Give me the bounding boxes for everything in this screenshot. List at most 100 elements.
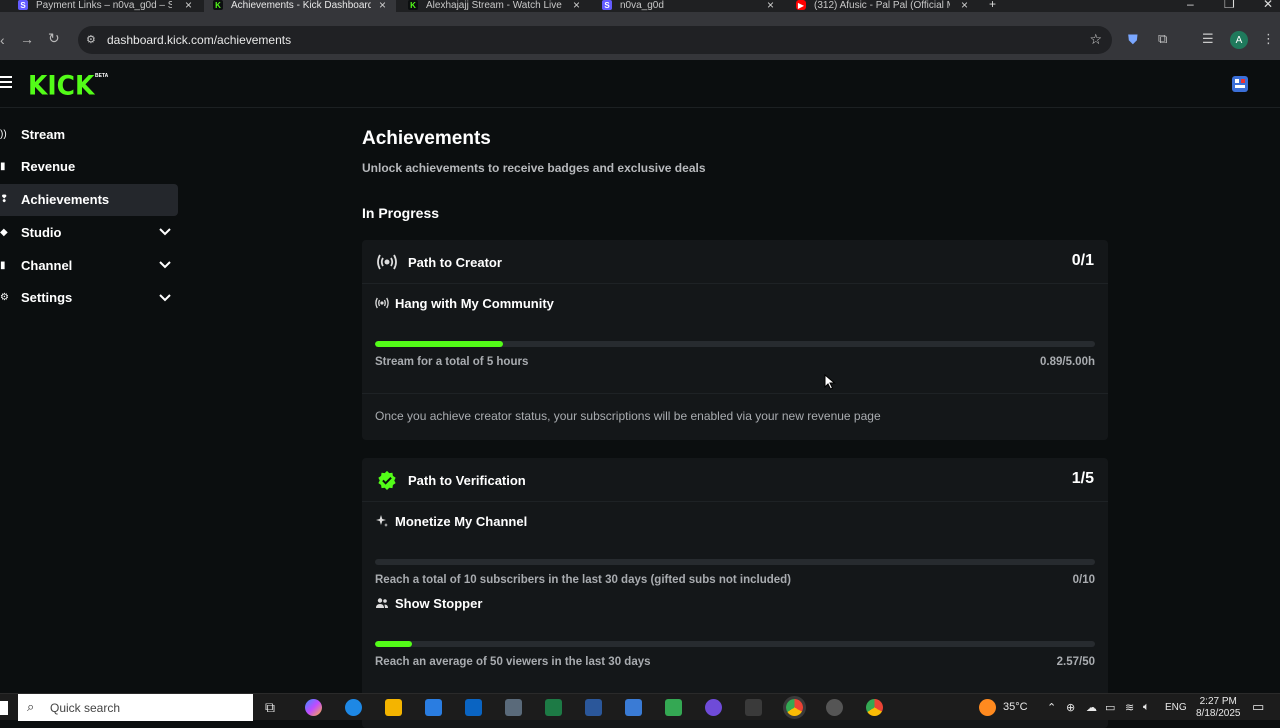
achievement-title: Show Stopper: [395, 596, 483, 611]
sidebar: )) Stream ▮ Revenue ❢ Achievements ◆ Stu…: [0, 118, 178, 315]
forward-icon[interactable]: →: [20, 31, 34, 47]
sparkle-icon: [376, 515, 388, 527]
copilot-icon[interactable]: [305, 699, 322, 716]
notifications-icon[interactable]: ▭: [1252, 699, 1264, 715]
windows-taskbar: ⌕ Quick search ⧉ 35°C ⌃ ⊕ ☁ ▭ ≋ 🔈︎ ENG 2…: [0, 693, 1280, 721]
chrome-profile-icon[interactable]: [866, 699, 883, 716]
sidebar-item-settings[interactable]: ⚙ Settings: [0, 282, 178, 314]
browser-tab[interactable]: K Alexhajajj Stream - Watch Live o ×: [408, 0, 586, 12]
tab-title: Payment Links – n0va_g0d – Str: [36, 0, 172, 11]
close-tab-icon[interactable]: ×: [185, 0, 192, 12]
card-note: Once you achieve creator status, your su…: [375, 409, 881, 423]
progress-bar: [375, 641, 1095, 647]
browser-menu-icon[interactable]: ⋮: [1262, 31, 1275, 47]
file-explorer-icon[interactable]: [385, 699, 402, 716]
card-count: 1/5: [1071, 470, 1094, 487]
card-count: 0/1: [1071, 252, 1094, 269]
chrome-icon[interactable]: [786, 699, 803, 716]
viewers-icon: [376, 598, 388, 608]
edge-browser-icon[interactable]: [345, 699, 362, 716]
broadcast-icon: [375, 297, 389, 309]
revenue-icon: ▮: [0, 161, 6, 173]
close-window-icon[interactable]: ✕: [1263, 0, 1273, 11]
browser-tab[interactable]: S n0va_g0d ×: [602, 0, 778, 12]
card-header: Path to Verification 1/5: [362, 458, 1108, 502]
hamburger-menu-icon[interactable]: [0, 76, 12, 90]
close-tab-icon[interactable]: ×: [767, 0, 774, 12]
achievement-title: Monetize My Channel: [395, 514, 528, 529]
progress-bar: [375, 341, 1095, 347]
close-tab-icon[interactable]: ×: [379, 0, 386, 12]
discord-icon[interactable]: [705, 699, 722, 716]
tray-app-icon[interactable]: ⊕: [1066, 701, 1075, 714]
extensions-puzzle-icon[interactable]: ⧉: [1158, 31, 1167, 47]
address-bar[interactable]: ⚙ dashboard.kick.com/achievements ☆: [78, 26, 1112, 54]
achievement-title: Hang with My Community: [395, 296, 554, 311]
search-icon: ⌕: [27, 699, 35, 714]
excel-icon[interactable]: [545, 699, 562, 716]
achievement-item: Monetize My Channel Reach a total of 10 …: [362, 502, 1108, 586]
page-title: Achievements: [362, 128, 491, 149]
sidebar-item-label: Revenue: [21, 159, 76, 175]
system-clock[interactable]: 2:27 PM 8/18/2025: [1196, 696, 1241, 720]
input-language[interactable]: ENG: [1165, 702, 1187, 713]
battery-icon[interactable]: ▭: [1105, 701, 1115, 714]
sidebar-item-studio[interactable]: ◆ Studio: [0, 216, 178, 248]
browser-tab[interactable]: S Payment Links – n0va_g0d – Str ×: [18, 0, 198, 12]
onedrive-cloud-icon[interactable]: ☁: [1086, 701, 1097, 714]
task-view-icon[interactable]: ⧉: [265, 699, 275, 716]
minimize-icon[interactable]: –: [1187, 0, 1194, 11]
achievement-description: Reach an average of 50 viewers in the la…: [375, 656, 651, 668]
windows-start-icon[interactable]: [0, 701, 8, 715]
site-settings-icon[interactable]: ⚙: [86, 33, 96, 46]
user-avatar-icon[interactable]: [1230, 74, 1250, 94]
taskbar-search[interactable]: ⌕ Quick search: [18, 694, 253, 721]
weather-temperature[interactable]: 35°C: [1003, 701, 1028, 713]
close-tab-icon[interactable]: ×: [961, 0, 968, 12]
reload-icon[interactable]: ↻: [48, 30, 60, 47]
back-icon[interactable]: ‹: [0, 32, 5, 48]
url-text[interactable]: dashboard.kick.com/achievements: [107, 33, 291, 47]
progress-fill: [375, 341, 504, 347]
profile-avatar[interactable]: A: [1230, 31, 1248, 49]
sidebar-item-stream[interactable]: )) Stream: [0, 118, 178, 150]
broadcast-icon: [377, 254, 397, 270]
weather-icon[interactable]: [979, 699, 996, 716]
tab-title: Alexhajajj Stream - Watch Live o: [426, 0, 562, 11]
browser-tab-active[interactable]: K Achievements - Kick Dashboard ×: [204, 0, 396, 12]
restore-icon[interactable]: ❐: [1224, 0, 1235, 11]
chevron-down-icon[interactable]: [158, 225, 172, 239]
progress-bar: [375, 559, 1095, 565]
chevron-down-icon[interactable]: [158, 291, 172, 305]
kick-logo[interactable]: KICK: [28, 70, 94, 100]
sidebar-item-label: Stream: [21, 126, 66, 142]
play-store-icon[interactable]: [665, 699, 682, 716]
search-placeholder: Quick search: [50, 701, 121, 715]
sidebar-item-achievements[interactable]: ❢ Achievements: [0, 183, 178, 216]
bookmark-star-icon[interactable]: ☆: [1089, 31, 1102, 48]
word-icon[interactable]: [585, 699, 602, 716]
photos-icon[interactable]: [625, 699, 642, 716]
media-control-icon[interactable]: ☰: [1202, 31, 1214, 47]
outlook-icon[interactable]: [465, 699, 482, 716]
chevron-up-icon[interactable]: ⌃: [1047, 701, 1056, 714]
wifi-icon[interactable]: ≋: [1125, 701, 1134, 714]
microsoft-store-icon[interactable]: [425, 699, 442, 716]
sidebar-item-revenue[interactable]: ▮ Revenue: [0, 151, 178, 183]
chevron-down-icon[interactable]: [158, 258, 172, 272]
achievement-description: Stream for a total of 5 hours: [375, 356, 529, 368]
browser-tab[interactable]: ▶ (312) Afusic - Pal Pal (Official M ×: [796, 0, 972, 12]
sidebar-item-channel[interactable]: ▮ Channel: [0, 249, 178, 281]
app-icon[interactable]: [745, 699, 762, 716]
achievement-card-verification: Path to Verification 1/5 Monetize My Cha…: [362, 458, 1108, 728]
achievement-progress-value: 2.57/50: [1056, 656, 1095, 668]
stripe-favicon-icon: S: [18, 0, 28, 10]
section-title: In Progress: [362, 205, 440, 221]
camera-icon[interactable]: [505, 699, 522, 716]
new-tab-icon[interactable]: +: [989, 0, 996, 11]
obs-icon[interactable]: [826, 699, 843, 716]
stream-icon: )): [0, 128, 7, 140]
close-tab-icon[interactable]: ×: [573, 0, 580, 12]
volume-icon[interactable]: 🔈︎: [1143, 701, 1150, 714]
extension-shield-icon[interactable]: ⛊: [1128, 32, 1138, 48]
